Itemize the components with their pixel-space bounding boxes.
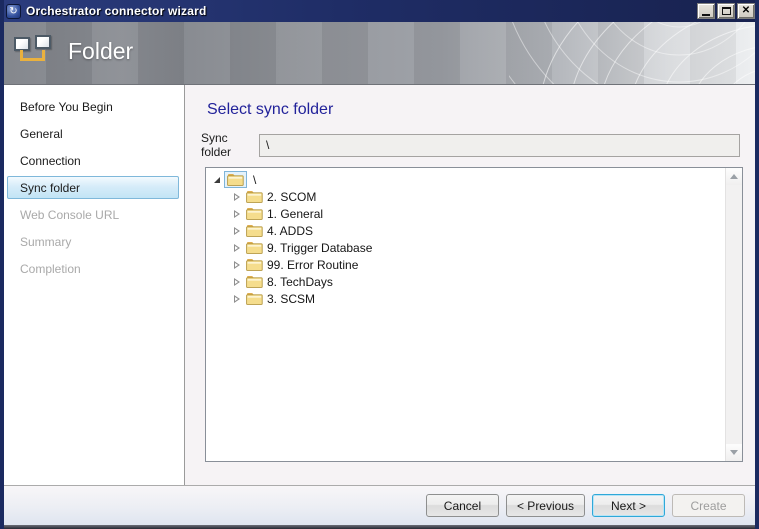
app-icon: ↻ [6,4,21,19]
tree-item-label: 99. Error Routine [267,258,358,272]
tree-item[interactable]: 2. SCOM [210,188,725,205]
mesh-graphic [509,22,759,84]
sidebar-item-before-you-begin[interactable]: Before You Begin [7,95,179,118]
arrow-up-icon [730,174,738,179]
window-title: Orchestrator connector wizard [26,4,695,18]
folder-icon [227,173,244,186]
tree-item[interactable]: 8. TechDays [210,273,725,290]
expand-toggle-icon[interactable] [230,193,244,201]
sidebar-item-completion: Completion [7,257,179,280]
close-button[interactable]: ✕ [737,3,755,19]
scroll-down-button[interactable] [726,444,742,461]
tree-scrollbar[interactable] [725,168,742,461]
folder-icon [246,258,263,271]
minimize-button[interactable] [697,3,715,19]
banner-title: Folder [68,38,133,65]
cancel-button[interactable]: Cancel [426,494,499,517]
tree-item[interactable]: 3. SCSM [210,290,725,307]
tree-item-root[interactable]: \ [210,171,725,188]
minimize-icon [702,14,710,16]
expand-toggle-icon[interactable] [230,295,244,303]
folder-icon [246,224,263,237]
tree-item[interactable]: 1. General [210,205,725,222]
tree-item[interactable]: 9. Trigger Database [210,239,725,256]
sidebar-item-connection[interactable]: Connection [7,149,179,172]
previous-button[interactable]: < Previous [506,494,585,517]
maximize-button[interactable] [717,3,735,19]
folder-tree: \ 2. SCOM 1. General [205,167,743,462]
window-bottom-border [0,525,759,529]
expand-toggle-icon[interactable] [230,261,244,269]
scroll-up-button[interactable] [726,168,742,185]
banner-header: Folder [0,22,759,84]
tree-item-label: 2. SCOM [267,190,316,204]
expand-toggle-icon[interactable] [230,244,244,252]
arrow-down-icon [730,450,738,455]
wizard-page-content: Select sync folder Sync folder [185,85,755,485]
expand-toggle-icon[interactable] [230,227,244,235]
tree-item-label: 1. General [267,207,323,221]
folder-icon [246,292,263,305]
tree-item-label: 8. TechDays [267,275,333,289]
sidebar-item-sync-folder[interactable]: Sync folder [7,176,179,199]
tree-item-label: 3. SCSM [267,292,315,306]
folder-runbook-icon [14,34,54,68]
folder-icon [246,241,263,254]
tree-item[interactable]: 4. ADDS [210,222,725,239]
sidebar-item-summary: Summary [7,230,179,253]
maximize-icon [722,7,731,15]
wizard-window: ↻ Orchestrator connector wizard ✕ [0,0,759,529]
expand-toggle-icon[interactable] [230,278,244,286]
create-button: Create [672,494,745,517]
title-bar[interactable]: ↻ Orchestrator connector wizard ✕ [0,0,759,22]
sync-folder-input[interactable] [259,134,740,157]
folder-icon [246,190,263,203]
wizard-footer: Cancel < Previous Next > Create [4,485,755,525]
folder-icon [246,275,263,288]
folder-icon [246,207,263,220]
tree-item-label: 4. ADDS [267,224,313,238]
sidebar-item-general[interactable]: General [7,122,179,145]
page-title: Select sync folder [207,101,333,119]
sync-folder-label: Sync folder [201,131,259,159]
close-icon: ✕ [742,6,750,16]
tree-item[interactable]: 99. Error Routine [210,256,725,273]
tree-item-label: \ [253,173,256,187]
sidebar-item-web-console-url: Web Console URL [7,203,179,226]
expand-toggle-icon[interactable] [210,177,224,183]
selected-folder-highlight [224,171,247,188]
expand-toggle-icon[interactable] [230,210,244,218]
next-button[interactable]: Next > [592,494,665,517]
tree-item-label: 9. Trigger Database [267,241,372,255]
wizard-steps-sidebar: Before You Begin General Connection Sync… [4,85,185,485]
